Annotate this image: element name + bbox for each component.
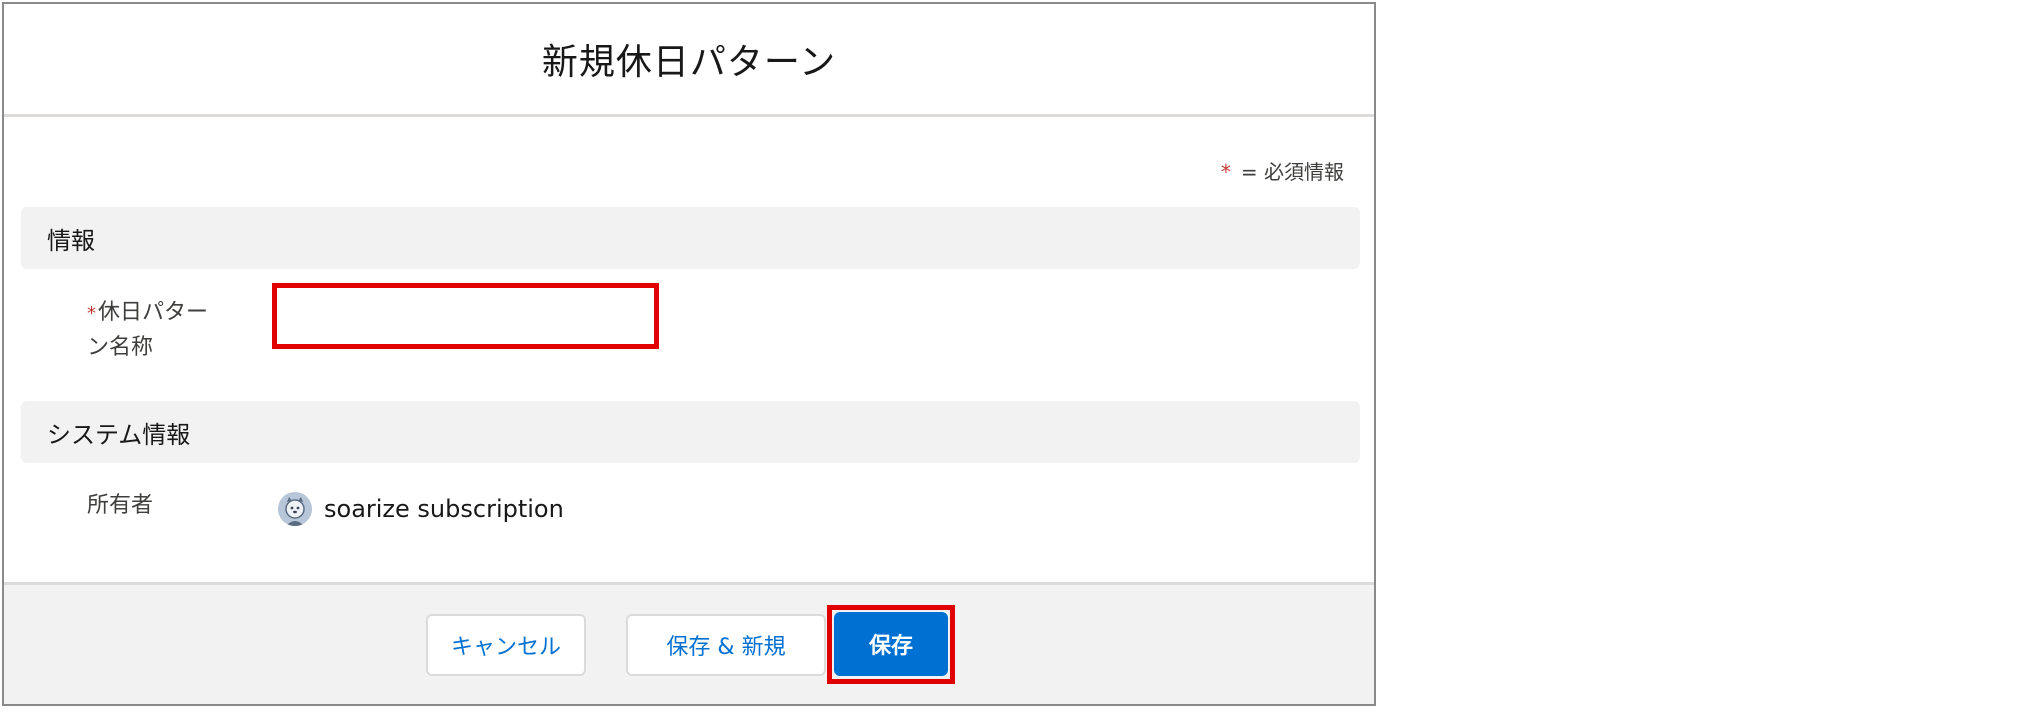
dialog-header: 新規休日パターン [4, 4, 1374, 117]
label-line-1: 休日パター [98, 300, 209, 325]
required-legend-text: = 必須情報 [1240, 160, 1344, 184]
required-star: * [1220, 160, 1231, 184]
user-avatar-icon [278, 492, 312, 526]
section-header-system[interactable]: システム情報 [21, 401, 1360, 463]
owner-label: 所有者 [87, 493, 154, 518]
new-holiday-pattern-dialog: 新規休日パターン * = 必須情報 情報 *休日パター ン名称 システム情報 所有… [2, 2, 1376, 706]
dialog-footer: キャンセル 保存 & 新規 保存 [4, 582, 1374, 704]
label-line-2: ン名称 [87, 335, 154, 360]
section-header-info[interactable]: 情報 [21, 207, 1360, 269]
cancel-button[interactable]: キャンセル [426, 614, 586, 676]
dialog-title: 新規休日パターン [541, 42, 837, 83]
holiday-pattern-name-label: *休日パター ン名称 [87, 296, 237, 365]
section-title-info: 情報 [47, 226, 95, 255]
owner-value[interactable]: soarize subscription [278, 492, 564, 526]
owner-name: soarize subscription [324, 495, 564, 523]
save-button[interactable]: 保存 [834, 612, 948, 676]
holiday-pattern-name-input[interactable] [272, 283, 659, 349]
required-star: * [87, 303, 96, 324]
required-legend: * = 必須情報 [1221, 156, 1344, 185]
section-title-system: システム情報 [47, 420, 191, 449]
save-and-new-button[interactable]: 保存 & 新規 [626, 614, 826, 676]
